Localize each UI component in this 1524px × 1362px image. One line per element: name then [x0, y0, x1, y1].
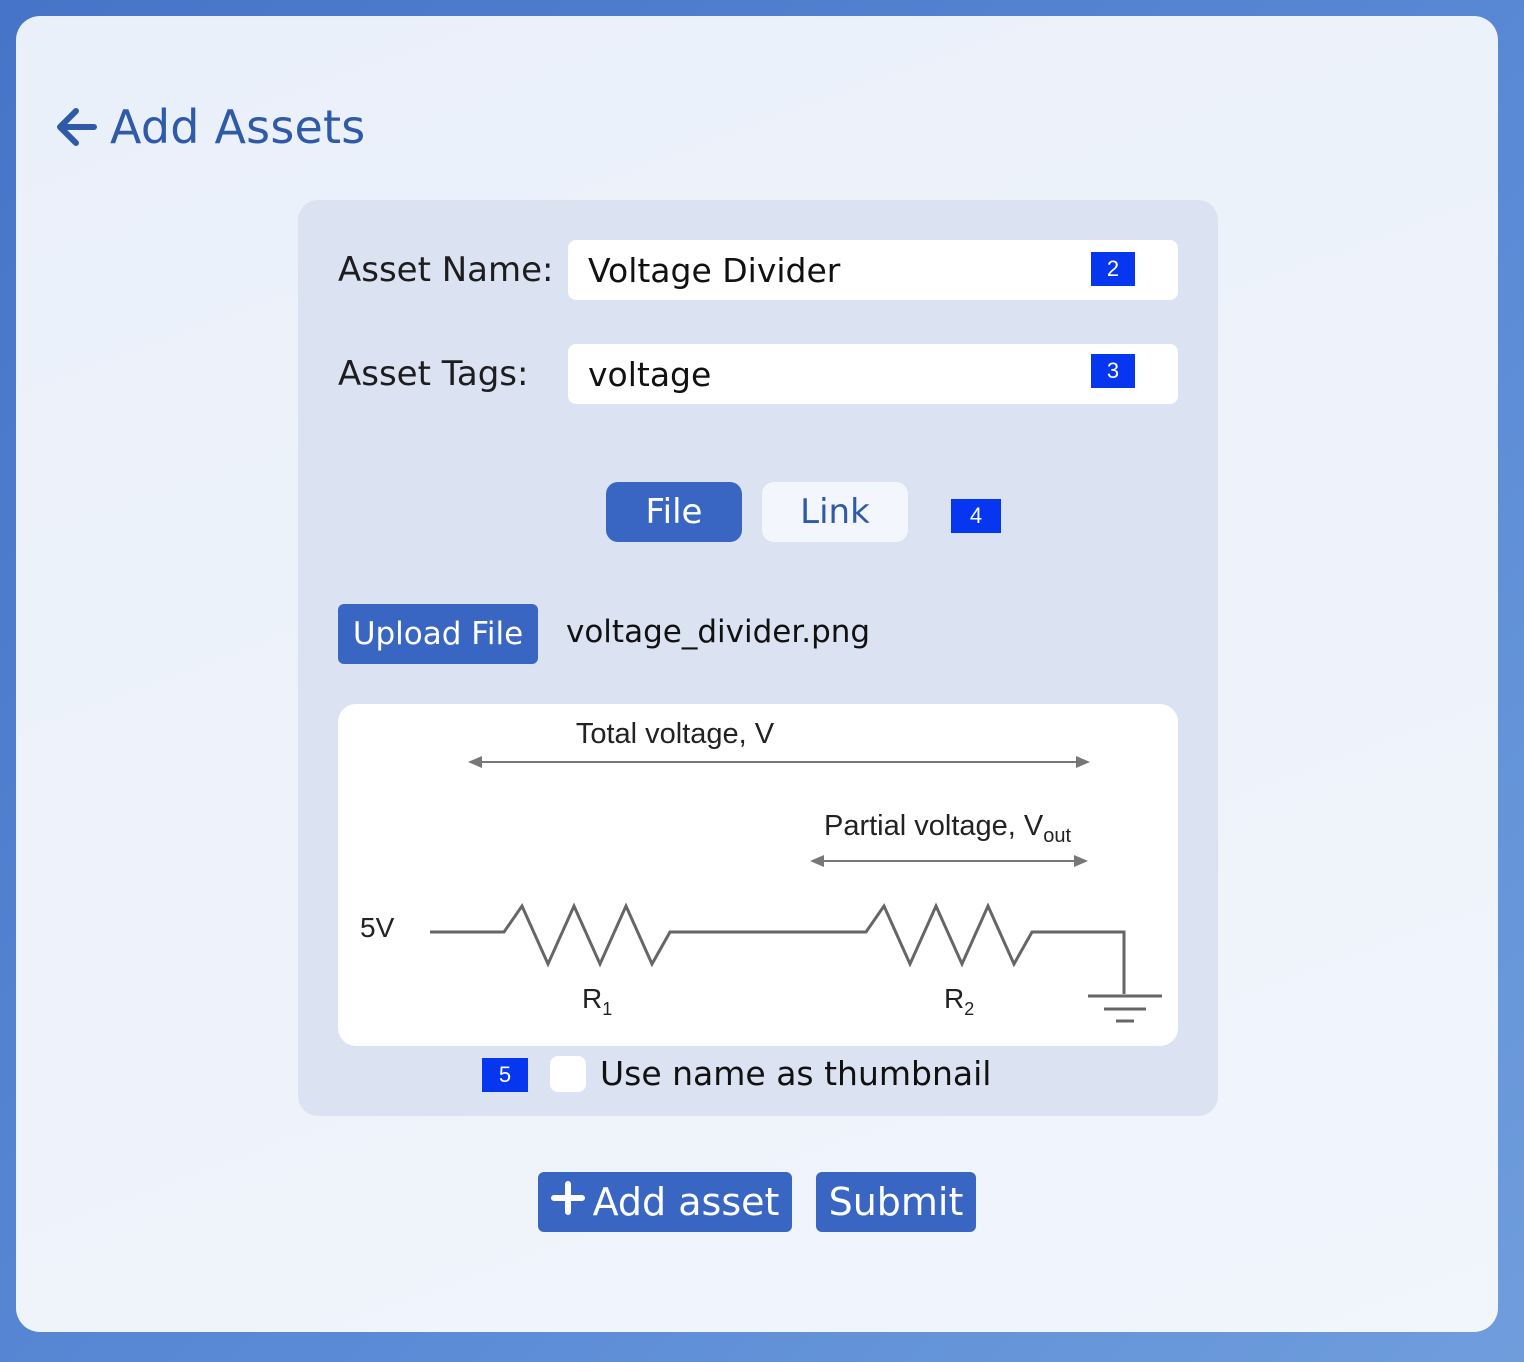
asset-name-input[interactable]: Voltage Divider	[568, 240, 1178, 300]
plus-icon	[550, 1180, 585, 1224]
source-voltage-label: 5V	[360, 912, 395, 943]
partial-voltage-label: Partial voltage, Vout	[824, 810, 1071, 847]
add-asset-button[interactable]: Add asset	[538, 1172, 792, 1232]
submit-button[interactable]: Submit	[816, 1172, 976, 1232]
asset-name-value: Voltage Divider	[588, 250, 841, 290]
use-name-thumbnail-checkbox[interactable]	[550, 1056, 586, 1092]
partial-voltage-arrow-left-head	[810, 855, 824, 867]
file-toggle-button[interactable]: File	[606, 482, 742, 542]
uploaded-filename: voltage_divider.png	[566, 614, 871, 650]
partial-voltage-arrow-right-head	[1074, 855, 1088, 867]
link-toggle-button[interactable]: Link	[762, 482, 908, 542]
upload-file-button[interactable]: Upload File	[338, 604, 538, 664]
page-title: Add Assets	[110, 100, 366, 154]
total-voltage-label: Total voltage, V	[576, 718, 775, 750]
element-badge-3: 3	[1091, 354, 1135, 388]
asset-tags-input[interactable]: voltage	[568, 344, 1178, 404]
element-badge-2: 2	[1091, 252, 1135, 286]
asset-tags-value: voltage	[588, 354, 712, 394]
element-badge-4: 4	[951, 499, 1001, 533]
asset-form-panel: Asset Name: Voltage Divider 2 Asset Tags…	[298, 200, 1218, 1116]
file-preview-image: Total voltage, V Partial voltage, Vout 5…	[338, 704, 1178, 1046]
circuit-wire	[430, 902, 1126, 994]
use-name-thumbnail-label: Use name as thumbnail	[600, 1054, 992, 1093]
voltage-divider-diagram: Total voltage, V Partial voltage, Vout 5…	[360, 718, 1162, 1023]
total-voltage-arrow-right-head	[1076, 756, 1090, 768]
total-voltage-arrow-left-head	[468, 756, 482, 768]
element-badge-5: 5	[482, 1058, 528, 1092]
asset-name-label: Asset Name:	[338, 250, 554, 290]
r2-label: R2	[944, 983, 974, 1019]
add-asset-label: Add asset	[592, 1180, 780, 1224]
arrow-left-icon[interactable]	[54, 105, 98, 149]
back-link[interactable]: Add Assets	[54, 100, 365, 154]
asset-tags-label: Asset Tags:	[338, 354, 529, 394]
add-assets-window: Add Assets Asset Name: Voltage Divider 2…	[16, 16, 1498, 1332]
r1-label: R1	[582, 983, 612, 1019]
